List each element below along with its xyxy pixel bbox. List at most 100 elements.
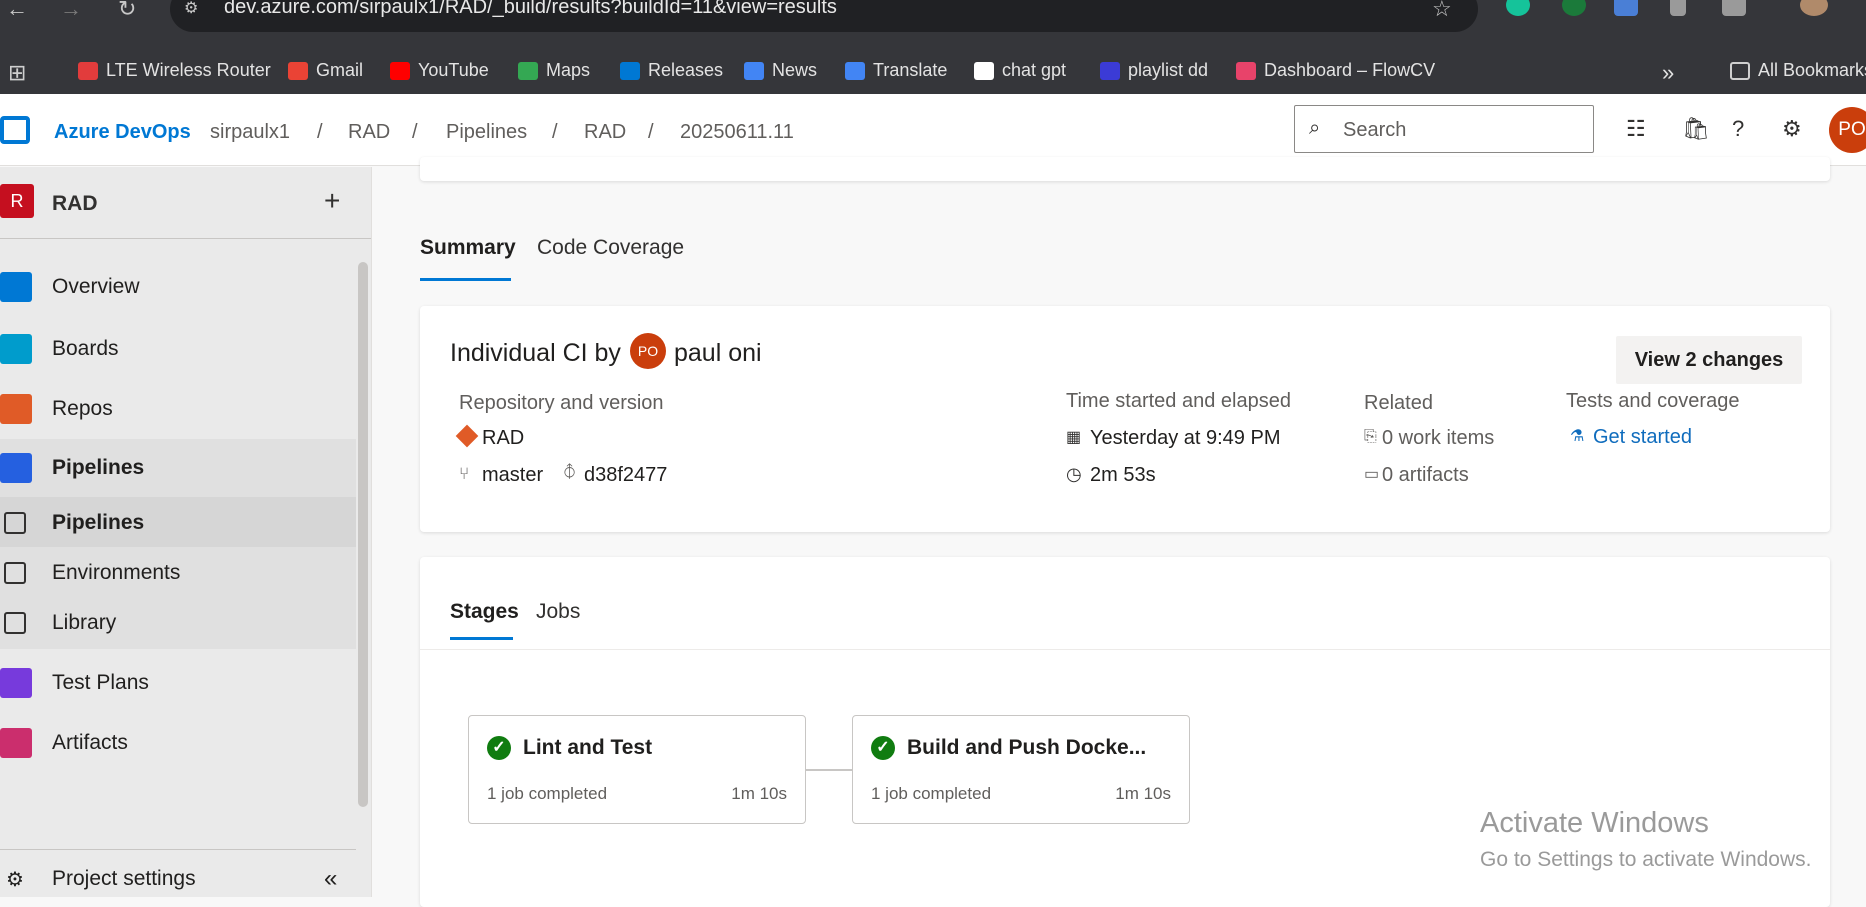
bookmark-item[interactable]: Releases: [620, 60, 723, 81]
breadcrumb-separator: /: [317, 121, 323, 143]
all-bookmarks-folder[interactable]: All Bookmarks: [1730, 60, 1866, 81]
profile-avatar-icon[interactable]: [1800, 0, 1828, 16]
sidebar-item-repos[interactable]: Repos: [0, 379, 356, 439]
library-icon: [4, 612, 26, 634]
project-settings-link[interactable]: ⚙ Project settings «: [0, 859, 356, 897]
grammarly-icon[interactable]: [1506, 0, 1530, 16]
sidebar-item-artifacts[interactable]: Artifacts: [0, 713, 356, 773]
tab-code-coverage[interactable]: Code Coverage: [537, 236, 684, 260]
playlist-icon: [1100, 61, 1120, 80]
repository-name[interactable]: RAD: [482, 427, 524, 450]
reload-icon[interactable]: ↻: [118, 0, 136, 20]
stage-card-build-push[interactable]: ✓ Build and Push Docke... 1 job complete…: [852, 715, 1190, 824]
branch-name[interactable]: master: [482, 464, 543, 487]
author-name[interactable]: paul oni: [674, 339, 762, 368]
bookmark-item[interactable]: News: [744, 60, 817, 81]
work-items-icon[interactable]: ☷: [1626, 118, 1646, 140]
repos-icon: [0, 394, 32, 424]
project-header[interactable]: R RAD +: [0, 167, 371, 239]
sidebar-item-library[interactable]: Library: [0, 597, 356, 649]
bookmark-item[interactable]: Dashboard – FlowCV: [1236, 60, 1435, 81]
marketplace-icon[interactable]: 🛍: [1682, 118, 1710, 140]
sidebar-item-label: Boards: [52, 337, 119, 360]
bookmark-label: Gmail: [316, 60, 364, 80]
bookmark-item[interactable]: playlist dd: [1100, 60, 1208, 81]
bookmark-label: chat gpt: [1002, 60, 1067, 80]
add-icon[interactable]: +: [324, 185, 340, 217]
translate-icon: [845, 61, 865, 80]
work-item-icon: ⎘: [1364, 428, 1377, 445]
forward-icon[interactable]: →: [60, 0, 82, 20]
commit-icon: ⦽: [564, 462, 576, 481]
user-avatar[interactable]: PO: [1829, 107, 1866, 153]
commit-hash[interactable]: d38f2477: [584, 464, 667, 487]
sidebar-item-pipelines-sub[interactable]: Pipelines: [0, 497, 356, 549]
pipelines-sub-icon: [4, 512, 26, 534]
success-check-icon: ✓: [487, 736, 511, 760]
extension-icon[interactable]: [1562, 0, 1586, 16]
collapse-icon[interactable]: «: [324, 865, 337, 893]
stage-card-lint-test[interactable]: ✓ Lint and Test 1 job completed 1m 10s: [468, 715, 806, 824]
search-box[interactable]: ⌕ Search: [1294, 105, 1594, 153]
bookmark-item[interactable]: Maps: [518, 60, 590, 81]
maps-icon: [518, 61, 538, 80]
help-icon[interactable]: ?: [1732, 118, 1744, 140]
breadcrumb-run[interactable]: 20250611.11: [680, 121, 794, 144]
sidebar-item-environments[interactable]: Environments: [0, 547, 356, 599]
gear-icon: ⚙: [6, 868, 24, 891]
brand-link[interactable]: Azure DevOps: [54, 121, 191, 144]
back-icon[interactable]: ←: [6, 0, 28, 20]
gmail-icon: [288, 61, 308, 80]
activate-windows-title: Activate Windows: [1480, 807, 1709, 839]
apps-grid-icon[interactable]: ⊞: [8, 60, 26, 86]
sidebar-scrollbar[interactable]: [358, 262, 368, 807]
tab-jobs[interactable]: Jobs: [536, 600, 580, 624]
search-icon: ⌕: [1309, 117, 1321, 139]
bookmark-item[interactable]: LTE Wireless Router: [78, 60, 271, 81]
search-placeholder: Search: [1343, 119, 1407, 141]
calendar-icon: ▦: [1066, 429, 1082, 446]
stage-connector: [806, 769, 852, 771]
elapsed-time: 2m 53s: [1090, 464, 1156, 486]
get-started-link[interactable]: Get started: [1593, 426, 1692, 449]
azure-devops-logo-icon[interactable]: [0, 116, 30, 144]
sidebar-item-overview[interactable]: Overview: [0, 257, 356, 317]
tab-summary[interactable]: Summary: [420, 236, 516, 260]
url-text[interactable]: dev.azure.com/sirpaulx1/RAD/_build/resul…: [224, 0, 837, 19]
bookmarks-bar: ⊞ LTE Wireless Router Gmail YouTube Maps Rel…: [0, 46, 1866, 94]
work-items-count[interactable]: 0 work items: [1382, 427, 1494, 450]
breadcrumb-pipeline[interactable]: RAD: [584, 121, 626, 144]
bookmark-item[interactable]: Translate: [845, 60, 947, 81]
breadcrumb-pipelines[interactable]: Pipelines: [446, 121, 527, 144]
mic-extension-icon[interactable]: [1614, 0, 1638, 16]
puzzle-icon[interactable]: [1722, 0, 1746, 16]
bookmark-item[interactable]: YouTube: [390, 60, 489, 81]
bookmark-label: LTE Wireless Router: [106, 60, 271, 80]
view-changes-button[interactable]: View 2 changes: [1616, 336, 1802, 384]
chatgpt-icon: [974, 61, 994, 80]
sidebar-item-test-plans[interactable]: Test Plans: [0, 653, 356, 713]
bookmark-label: Releases: [648, 60, 724, 80]
stage-status: 1 job completed: [487, 784, 608, 803]
tab-stages[interactable]: Stages: [450, 600, 519, 624]
project-settings-label: Project settings: [52, 867, 196, 890]
breadcrumb-org[interactable]: sirpaulx1: [210, 121, 290, 144]
site-info-icon[interactable]: ⚙: [184, 0, 198, 18]
user-settings-icon[interactable]: ⚙: [1782, 118, 1802, 140]
project-badge: R: [0, 184, 34, 218]
run-summary-card: Individual CI by PO paul oni View 2 chan…: [420, 306, 1830, 532]
more-bookmarks-button[interactable]: »: [1662, 60, 1674, 86]
phone-icon[interactable]: [1670, 0, 1686, 16]
sidebar-item-boards[interactable]: Boards: [0, 319, 356, 379]
sidebar-item-pipelines[interactable]: Pipelines: [0, 439, 356, 497]
breadcrumb-separator: /: [648, 121, 654, 143]
stage-duration: 1m 10s: [1115, 784, 1171, 803]
star-icon[interactable]: ☆: [1432, 0, 1452, 20]
breadcrumb-separator: /: [552, 121, 558, 143]
bookmark-item[interactable]: Gmail: [288, 60, 363, 81]
branch-icon: ⑂: [459, 464, 470, 483]
main-content: Summary Code Coverage Individual CI by P…: [373, 157, 1866, 907]
breadcrumb-project[interactable]: RAD: [348, 121, 390, 144]
bookmark-item[interactable]: chat gpt: [974, 60, 1066, 81]
artifacts-count[interactable]: 0 artifacts: [1382, 464, 1469, 487]
